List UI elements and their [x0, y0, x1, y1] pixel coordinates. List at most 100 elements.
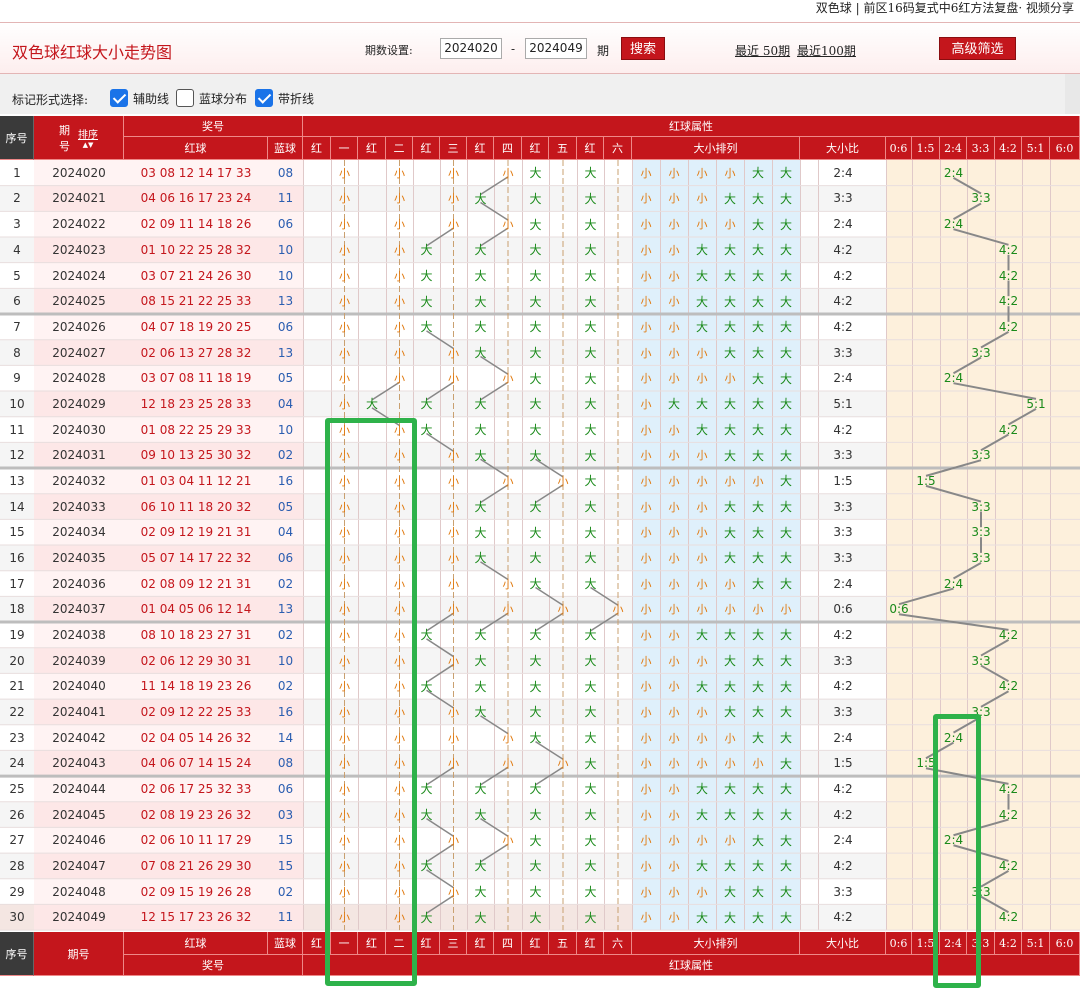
- footer-ratio-5: 5:1: [1022, 932, 1050, 956]
- footer-pos-9: 五: [549, 932, 577, 956]
- row-pos-0-mark: 小: [339, 320, 350, 334]
- row-sort-1: 大: [667, 397, 680, 412]
- period-dash: -: [511, 42, 516, 56]
- row-pos-4-mark: 大: [529, 808, 542, 823]
- period-from-input[interactable]: 2024020: [440, 38, 502, 59]
- row-period: 2024044: [52, 781, 106, 796]
- recent-100-link[interactable]: 最近100期: [797, 42, 856, 59]
- row-pos-2-mark: 小: [448, 474, 459, 488]
- row-sort-3: 大: [723, 423, 736, 438]
- row-sort-1: 小: [668, 757, 680, 771]
- row-pos-4-mark: 大: [529, 346, 542, 361]
- row-seq: 19: [9, 627, 25, 642]
- row-sort-1: 小: [668, 346, 680, 360]
- row-blue-ball: 02: [277, 679, 294, 694]
- row-sort-0: 小: [640, 731, 652, 745]
- row-pos-2-mark: 大: [420, 294, 433, 309]
- row-sort-4: 大: [751, 500, 764, 515]
- scrollbar[interactable]: [1065, 74, 1080, 114]
- footer-ratio-6: 6:0: [1050, 932, 1080, 956]
- search-button[interactable]: 搜索: [621, 37, 665, 60]
- row-blue-ball: 11: [277, 191, 294, 206]
- row-sort-4: 小: [752, 757, 764, 771]
- row-sort-5: 大: [779, 808, 792, 823]
- row-sort-1: 小: [668, 423, 680, 437]
- row-sort-0: 小: [640, 372, 652, 386]
- row-pos-4-mark: 大: [529, 371, 542, 386]
- row-pos-2-mark: 大: [420, 910, 433, 925]
- row-ratio-text: 4:2: [833, 294, 853, 309]
- row-pos-2-mark: 小: [448, 705, 459, 719]
- row-sort-5: 大: [779, 756, 792, 771]
- footer-ratio: 大小比: [800, 932, 886, 956]
- row-sort-4: 大: [751, 397, 764, 412]
- row-ratio-mark: 2:4: [943, 165, 964, 180]
- row-pos-3-mark: 大: [474, 654, 487, 669]
- row-seq: 29: [9, 884, 25, 899]
- row-pos-3-mark: 大: [474, 628, 487, 643]
- row-sort-3: 大: [723, 859, 736, 874]
- footer-ratio-0: 0:6: [886, 932, 912, 956]
- row-pos-5-mark: 大: [584, 191, 597, 206]
- row-sort-2: 小: [696, 757, 708, 771]
- row-sort-0: 小: [640, 628, 652, 642]
- blue-dist-checkbox[interactable]: [176, 89, 194, 107]
- row-sort-1: 小: [668, 269, 680, 283]
- row-sort-4: 大: [751, 731, 764, 746]
- row-blue-ball: 13: [277, 294, 294, 309]
- row-red-balls: 03 07 21 24 26 30: [140, 268, 252, 283]
- aux-line-checkbox[interactable]: [110, 89, 128, 107]
- row-sort-4: 大: [751, 833, 764, 848]
- row-sort-2: 小: [696, 551, 708, 565]
- row-pos-1-mark: 小: [394, 166, 405, 180]
- row-ratio-mark: 3:3: [971, 499, 991, 514]
- row-sort-3: 小: [724, 603, 736, 617]
- row-sort-5: 大: [779, 423, 792, 438]
- row-ratio-text: 4:2: [833, 242, 853, 257]
- row-seq: 30: [9, 910, 25, 925]
- row-pos-2-mark: 大: [420, 782, 433, 797]
- row-red-balls: 11 14 18 19 23 26: [140, 679, 252, 694]
- row-red-balls: 07 08 21 26 29 30: [140, 858, 252, 873]
- row-ratio-text: 4:2: [833, 807, 853, 822]
- row-sort-2: 大: [695, 782, 708, 797]
- period-label: 期数设置:: [365, 44, 413, 57]
- row-pos-3-mark: 小: [502, 166, 514, 180]
- row-sort-2: 大: [695, 243, 708, 258]
- row-pos-4-mark: 大: [529, 525, 542, 540]
- row-red-balls: 02 09 11 14 18 26: [140, 217, 252, 232]
- row-blue-ball: 10: [277, 653, 294, 668]
- row-sort-2: 大: [695, 859, 708, 874]
- row-pos-2-mark: 小: [448, 654, 459, 668]
- row-blue-ball: 08: [277, 165, 294, 180]
- row-red-balls: 02 06 12 29 30 31: [140, 653, 252, 668]
- row-red-balls: 02 06 10 11 17 29: [140, 833, 252, 848]
- row-sort-4: 大: [751, 577, 764, 592]
- row-pos-3-mark: 小: [502, 603, 514, 617]
- row-ratio-text: 1:5: [833, 756, 853, 771]
- row-pos-0-mark: 小: [339, 166, 350, 180]
- row-pos-4-mark: 小: [557, 757, 569, 771]
- row-sort-4: 小: [752, 603, 764, 617]
- row-sort-0: 小: [640, 577, 652, 591]
- row-seq: 15: [9, 525, 25, 540]
- row-sort-5: 大: [779, 859, 792, 874]
- row-pos-3-mark: 小: [502, 218, 514, 232]
- row-pos-5-mark: 大: [584, 217, 597, 232]
- row-blue-ball: 16: [277, 473, 294, 488]
- footer-pos-7: 四: [494, 932, 522, 956]
- row-ratio-mark: 2:4: [943, 371, 964, 386]
- row-sort-0: 小: [640, 757, 652, 771]
- recent-50-link[interactable]: 最近 50期: [735, 42, 790, 59]
- polyline-checkbox[interactable]: [255, 89, 273, 107]
- advanced-filter-button[interactable]: 高级筛选: [939, 37, 1016, 60]
- row-period: 2024041: [52, 704, 106, 719]
- period-to-input[interactable]: 2024049: [525, 38, 587, 59]
- row-sort-2: 大: [695, 423, 708, 438]
- row-sort-4: 大: [751, 628, 764, 643]
- row-sort-3: 小: [724, 577, 736, 591]
- row-sort-0: 小: [640, 705, 652, 719]
- row-seq: 5: [13, 268, 21, 283]
- row-sort-0: 小: [640, 680, 652, 694]
- row-sort-3: 大: [723, 191, 736, 206]
